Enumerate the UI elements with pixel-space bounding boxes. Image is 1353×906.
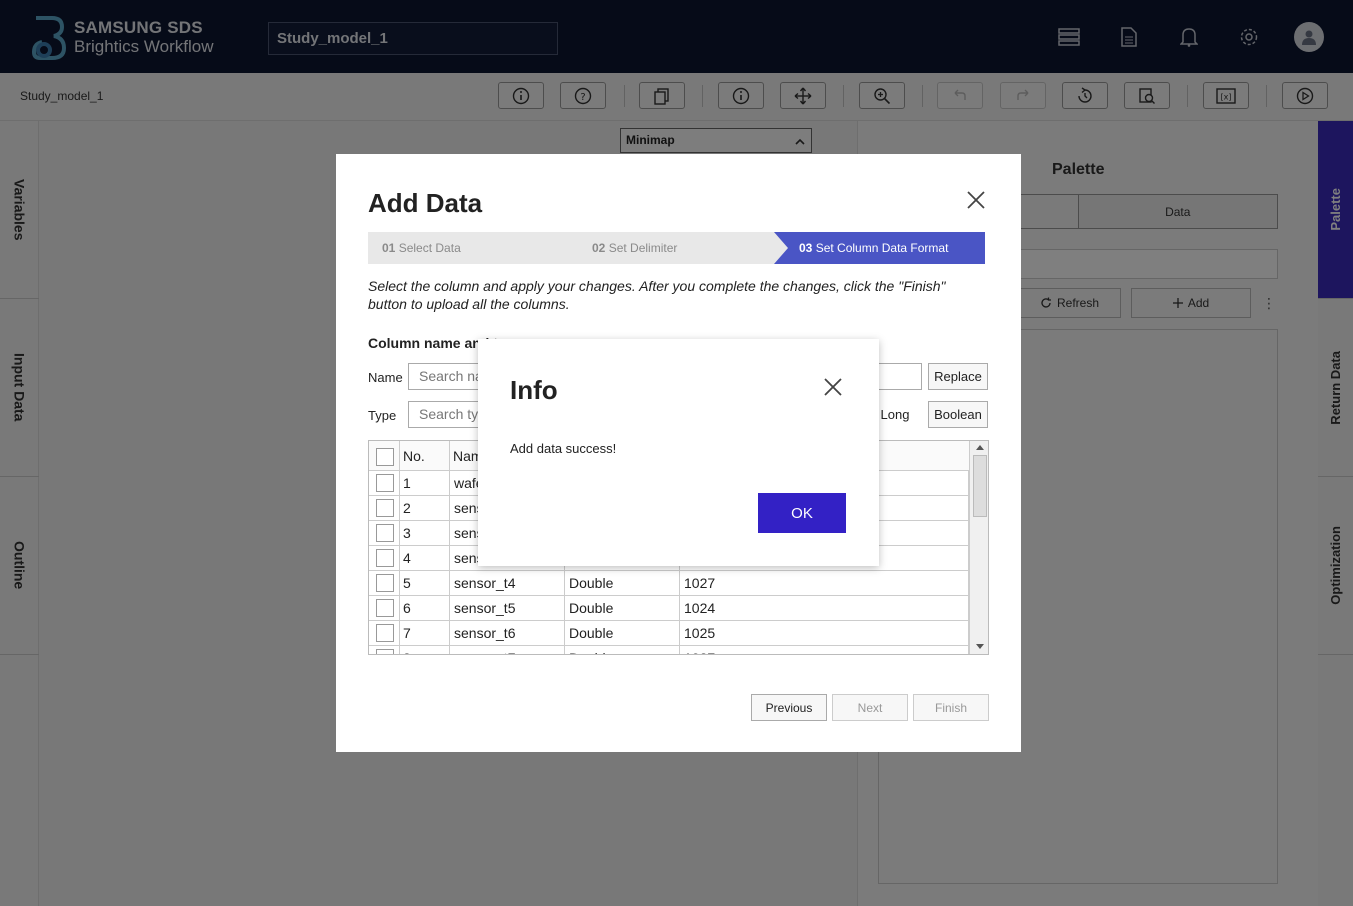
row-checkbox[interactable] [376, 474, 394, 492]
row-checkbox[interactable] [376, 549, 394, 567]
previous-button[interactable]: Previous [751, 694, 827, 721]
scroll-up-icon[interactable] [975, 444, 985, 451]
step-2: 02 Set Delimiter [592, 241, 678, 255]
cell-type: Double [565, 621, 680, 646]
scroll-down-icon[interactable] [975, 643, 985, 650]
info-title: Info [510, 375, 558, 405]
table-row[interactable]: 7 sensor_t6 Double 1025 [369, 621, 969, 646]
cell-value: 1025 [680, 621, 969, 646]
grid-scrollbar[interactable] [969, 441, 988, 654]
table-row[interactable]: 5 sensor_t4 Double 1027 [369, 571, 969, 596]
dialog-title: Add Data [368, 188, 483, 218]
cell-name: sensor_t7 [450, 646, 565, 654]
next-button[interactable]: Next [832, 694, 908, 721]
replace-button[interactable]: Replace [928, 363, 988, 390]
boolean-type-button[interactable]: Boolean [928, 401, 988, 428]
row-checkbox[interactable] [376, 624, 394, 642]
table-row[interactable]: 6 sensor_t5 Double 1024 [369, 596, 969, 621]
row-checkbox[interactable] [376, 524, 394, 542]
instructions-text: Select the column and apply your changes… [368, 278, 946, 312]
name-label: Name [368, 370, 403, 385]
finish-button[interactable]: Finish [913, 694, 989, 721]
cell-name: sensor_t4 [450, 571, 565, 596]
cell-value: 1027 [680, 646, 969, 654]
ok-button[interactable]: OK [758, 493, 846, 533]
cell-name: sensor_t6 [450, 621, 565, 646]
step-3: 03 Set Column Data Format [799, 241, 949, 255]
cell-type: Double [565, 571, 680, 596]
row-checkbox[interactable] [376, 574, 394, 592]
table-row[interactable]: 8sensor_t7Double1027 [369, 646, 969, 654]
cell-no: 7 [400, 621, 450, 646]
cell-no: 5 [400, 571, 450, 596]
info-dialog: Info Add data success! OK [478, 339, 879, 566]
cell-name: sensor_t5 [450, 596, 565, 621]
row-checkbox[interactable] [376, 649, 394, 654]
cell-no: 6 [400, 596, 450, 621]
cell-no: 1 [400, 471, 450, 496]
cell-no: 4 [400, 546, 450, 571]
row-checkbox[interactable] [376, 599, 394, 617]
type-label: Type [368, 408, 397, 423]
select-all-checkbox[interactable] [376, 448, 394, 466]
cell-value: 1027 [680, 571, 969, 596]
row-checkbox[interactable] [376, 499, 394, 517]
cell-type: Double [565, 596, 680, 621]
cell-no: 3 [400, 521, 450, 546]
stepper: 01 Select Data 02 Set Delimiter 03 Set C… [368, 232, 985, 264]
cell-type: Double [565, 646, 680, 654]
cell-value: 1024 [680, 596, 969, 621]
scroll-thumb[interactable] [973, 455, 987, 517]
header-no: No. [400, 441, 450, 471]
cell-no: 8 [400, 646, 450, 654]
step-1: 01 Select Data [382, 241, 461, 255]
close-icon[interactable] [823, 377, 843, 397]
close-icon[interactable] [966, 190, 986, 210]
info-message: Add data success! [510, 441, 617, 456]
cell-no: 2 [400, 496, 450, 521]
